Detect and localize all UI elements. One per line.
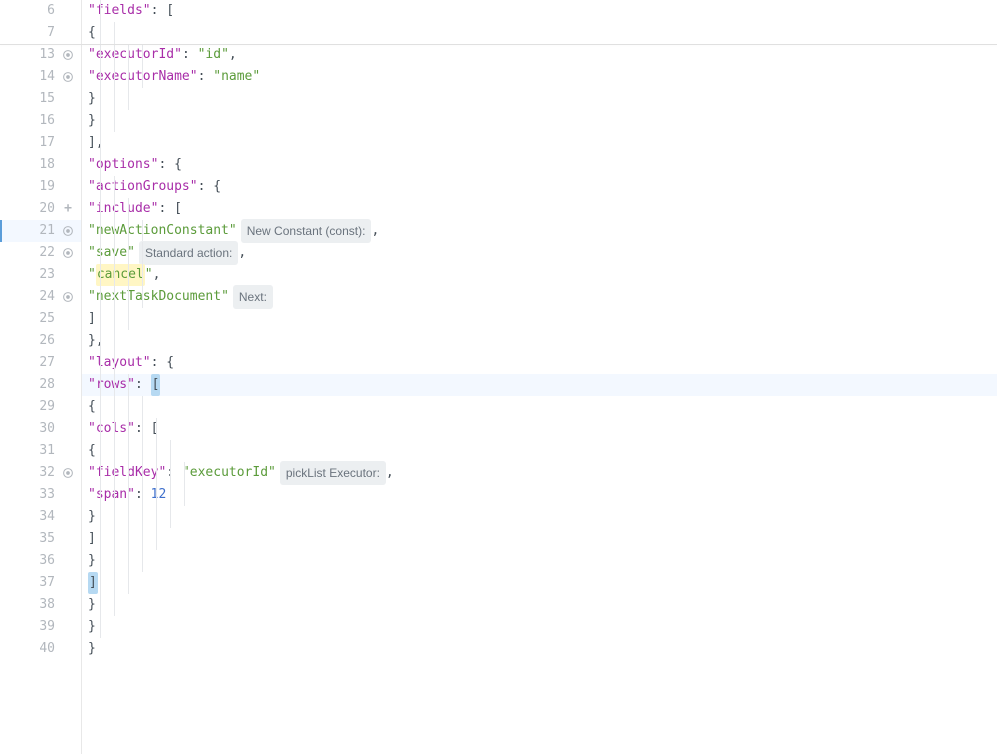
fold-separator (0, 44, 997, 45)
inlay-hint: Standard action: (139, 241, 238, 265)
codelens-icon[interactable] (61, 246, 75, 260)
code-line[interactable]: "options": { (82, 154, 997, 176)
code-line[interactable]: { (82, 440, 997, 462)
code-line[interactable]: "cancel", (82, 264, 997, 286)
code-content[interactable]: "fields": [ { "executorId": "id", "execu… (82, 0, 997, 754)
line-number[interactable]: 39 (0, 616, 81, 638)
line-number[interactable]: 31 (0, 440, 81, 462)
line-number[interactable]: 29 (0, 396, 81, 418)
line-number[interactable]: 25 (0, 308, 81, 330)
line-number[interactable]: 27 (0, 352, 81, 374)
code-line[interactable]: "executorId": "id", (82, 44, 997, 66)
codelens-icon[interactable] (61, 48, 75, 62)
code-line[interactable]: "executorName": "name" (82, 66, 997, 88)
line-number[interactable]: 26 (0, 330, 81, 352)
line-number[interactable]: 15 (0, 88, 81, 110)
code-line[interactable]: "actionGroups": { (82, 176, 997, 198)
line-number[interactable]: 37 (0, 572, 81, 594)
line-number[interactable]: 34 (0, 506, 81, 528)
code-line[interactable]: "include": [ (82, 198, 997, 220)
code-line[interactable]: "cols": [ (82, 418, 997, 440)
search-match: cancel (96, 264, 145, 286)
line-number[interactable]: 30 (0, 418, 81, 440)
line-number[interactable]: 28 (0, 374, 81, 396)
line-number[interactable]: 40 (0, 638, 81, 660)
inlay-hint: pickList Executor: (280, 461, 386, 485)
line-number[interactable]: 38 (0, 594, 81, 616)
code-line[interactable]: "fields": [ (82, 0, 997, 22)
code-line[interactable]: } (82, 550, 997, 572)
code-line[interactable]: "layout": { (82, 352, 997, 374)
code-line[interactable]: ] (82, 528, 997, 550)
inlay-hint: Next: (233, 285, 273, 309)
gutter: 6 7 13 14 15 16 17 18 19 20+ 21 22 23 24… (0, 0, 82, 754)
codelens-icon[interactable] (61, 466, 75, 480)
line-number[interactable]: 7 (0, 22, 81, 44)
line-number[interactable]: 36 (0, 550, 81, 572)
codelens-icon[interactable] (61, 70, 75, 84)
code-line[interactable]: } (82, 616, 997, 638)
code-line[interactable]: "save"Standard action: , (82, 242, 997, 264)
code-line[interactable]: ], (82, 132, 997, 154)
line-number[interactable]: 20+ (0, 198, 81, 220)
add-icon[interactable]: + (61, 198, 75, 220)
line-numbers: 6 7 13 14 15 16 17 18 19 20+ 21 22 23 24… (0, 0, 81, 660)
line-number[interactable]: 23 (0, 264, 81, 286)
line-number[interactable]: 14 (0, 66, 81, 88)
code-line[interactable]: ] (82, 572, 997, 594)
code-line[interactable]: "nextTaskDocument"Next: (82, 286, 997, 308)
code-line[interactable]: } (82, 110, 997, 132)
bracket-match-icon: ] (88, 572, 98, 594)
code-line[interactable]: } (82, 638, 997, 660)
code-editor: 6 7 13 14 15 16 17 18 19 20+ 21 22 23 24… (0, 0, 997, 754)
code-line[interactable]: }, (82, 330, 997, 352)
code-line[interactable]: "newActionConstant"New Constant (const):… (82, 220, 997, 242)
inlay-hint: New Constant (const): (241, 219, 372, 243)
bracket-match-icon: [ (151, 374, 161, 396)
line-number[interactable]: 18 (0, 154, 81, 176)
code-line[interactable]: ] (82, 308, 997, 330)
code-line-current[interactable]: "rows": [ (82, 374, 997, 396)
code-line[interactable]: } (82, 506, 997, 528)
line-number[interactable]: 16 (0, 110, 81, 132)
line-number[interactable]: 6 (0, 0, 81, 22)
code-line[interactable]: "fieldKey": "executorId"pickList Executo… (82, 462, 997, 484)
line-number[interactable]: 33 (0, 484, 81, 506)
code-line[interactable]: { (82, 396, 997, 418)
line-number[interactable]: 21 (0, 220, 81, 242)
code-line[interactable]: "span": 12 (82, 484, 997, 506)
code-line[interactable]: } (82, 594, 997, 616)
line-number[interactable]: 22 (0, 242, 81, 264)
line-number[interactable]: 24 (0, 286, 81, 308)
line-number[interactable]: 32 (0, 462, 81, 484)
code-line[interactable]: } (82, 88, 997, 110)
line-number[interactable]: 13 (0, 44, 81, 66)
codelens-icon[interactable] (61, 290, 75, 304)
line-number[interactable]: 19 (0, 176, 81, 198)
codelens-icon[interactable] (61, 224, 75, 238)
line-number[interactable]: 35 (0, 528, 81, 550)
code-line[interactable]: { (82, 22, 997, 44)
line-number[interactable]: 17 (0, 132, 81, 154)
